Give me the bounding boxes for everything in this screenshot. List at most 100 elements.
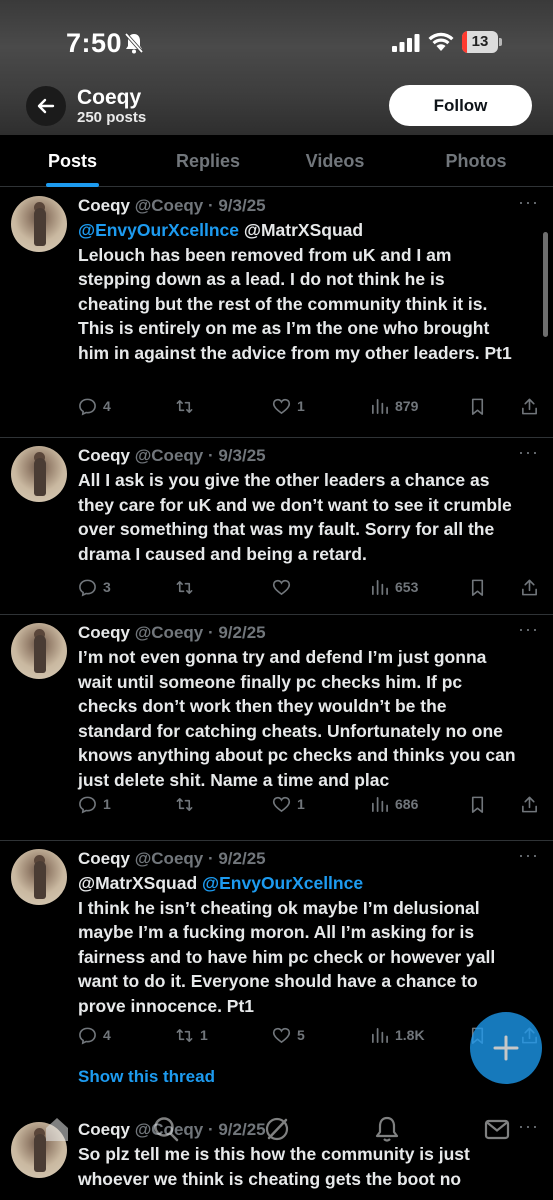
repost-button[interactable]: 1 <box>175 1023 208 1047</box>
share-button[interactable] <box>520 575 539 599</box>
search-icon[interactable] <box>151 1114 181 1144</box>
post-actions: 1 1 686 <box>78 792 538 816</box>
share-icon <box>522 398 537 414</box>
avatar[interactable] <box>11 849 67 905</box>
reply-icon <box>79 579 96 596</box>
share-icon <box>522 579 537 595</box>
profile-name: Coeqy <box>77 86 142 109</box>
repost-icon <box>176 797 193 811</box>
post-item[interactable]: Coeqy @Coeqy · 9/3/25 All I ask is you g… <box>0 438 553 615</box>
post-author-name[interactable]: Coeqy <box>78 849 130 868</box>
bookmark-button[interactable] <box>468 575 487 599</box>
reply-button[interactable]: 1 <box>78 792 111 816</box>
like-button[interactable]: 1 <box>272 394 305 418</box>
tab-replies[interactable]: Replies <box>174 135 242 187</box>
scrollbar[interactable] <box>543 232 548 337</box>
bookmark-button[interactable] <box>468 792 487 816</box>
avatar[interactable] <box>11 446 67 502</box>
like-button[interactable]: 5 <box>272 1023 305 1047</box>
post-item[interactable]: Coeqy @Coeqy · 9/2/25 @MatrXSquad @EnvyO… <box>0 841 553 1108</box>
repost-icon <box>176 1028 193 1042</box>
bookmark-button[interactable] <box>468 394 487 418</box>
bell-slash-icon <box>124 32 144 54</box>
cellular-signal-icon <box>392 34 420 52</box>
post-item[interactable]: Coeqy @Coeqy · 9/3/25 @EnvyOurXcellnce @… <box>0 188 553 438</box>
profile-header: 7:50 13 Coeqy 250 posts Follow <box>0 0 553 135</box>
post-actions: 4 1 5 1.8K <box>78 1023 538 1047</box>
more-options-icon[interactable]: ··· <box>518 845 539 866</box>
reply-icon <box>79 796 96 813</box>
post-text: I’m not even gonna try and defend I’m ju… <box>78 647 516 790</box>
like-button[interactable] <box>272 575 297 599</box>
heart-icon <box>272 1027 291 1043</box>
views-button[interactable]: 686 <box>370 792 418 816</box>
bookmark-icon <box>471 579 484 596</box>
views-button[interactable]: 653 <box>370 575 418 599</box>
follow-button[interactable]: Follow <box>389 85 532 126</box>
post-author-name[interactable]: Coeqy <box>78 623 130 642</box>
tab-posts[interactable]: Posts <box>46 135 99 187</box>
reply-button[interactable]: 4 <box>78 1023 111 1047</box>
profile-tabs: Posts Replies Videos Photos <box>0 135 553 187</box>
tab-photos[interactable]: Photos <box>443 135 509 187</box>
compose-post-button[interactable] <box>470 1012 542 1084</box>
post-author-name[interactable]: Coeqy <box>78 196 130 215</box>
post-handle-date: @Coeqy · 9/3/25 <box>134 446 266 465</box>
messages-envelope-icon[interactable] <box>482 1114 512 1144</box>
plus-icon <box>493 1035 519 1061</box>
mention-link[interactable]: @EnvyOurXcellnce <box>202 873 363 893</box>
repost-button[interactable] <box>175 575 200 599</box>
reply-button[interactable]: 3 <box>78 575 111 599</box>
views-chart-icon <box>371 796 388 812</box>
more-options-icon[interactable]: ··· <box>518 442 539 463</box>
show-thread-link[interactable]: Show this thread <box>78 1067 215 1087</box>
views-chart-icon <box>371 398 388 414</box>
mention-link[interactable]: @MatrXSquad <box>244 220 363 240</box>
post-actions: 4 1 879 <box>78 394 538 418</box>
post-text: Lelouch has been removed from uK and I a… <box>78 244 512 363</box>
share-button[interactable] <box>520 394 539 418</box>
reply-button[interactable]: 4 <box>78 394 111 418</box>
home-icon[interactable] <box>42 1114 72 1144</box>
back-button[interactable] <box>26 86 66 126</box>
share-button[interactable] <box>520 792 539 816</box>
repost-button[interactable] <box>175 792 200 816</box>
views-button[interactable]: 1.8K <box>370 1023 425 1047</box>
views-chart-icon <box>371 1027 388 1043</box>
post-handle-date: @Coeqy · 9/2/25 <box>134 623 266 642</box>
post-text: I think he isn’t cheating ok maybe I’m d… <box>78 897 496 1016</box>
post-actions: 3 653 <box>78 575 538 599</box>
wifi-icon <box>428 32 454 51</box>
bottom-navigation <box>0 1106 553 1166</box>
views-button[interactable]: 879 <box>370 394 418 418</box>
post-text-line: whoever we think is cheating gets the bo… <box>78 1168 462 1189</box>
active-tab-indicator <box>46 183 99 187</box>
post-author-name[interactable]: Coeqy <box>78 446 130 465</box>
battery-level: 13 <box>471 33 489 50</box>
arrow-left-icon <box>37 98 55 114</box>
grok-icon[interactable] <box>262 1114 292 1144</box>
avatar[interactable] <box>11 196 67 252</box>
post-handle-date: @Coeqy · 9/2/25 <box>134 849 266 868</box>
like-button[interactable]: 1 <box>272 792 305 816</box>
battery-icon: 13 <box>462 31 502 53</box>
tab-videos[interactable]: Videos <box>303 135 367 187</box>
share-icon <box>522 796 537 812</box>
more-options-icon[interactable]: ··· <box>518 192 539 213</box>
mention-link[interactable]: @EnvyOurXcellnce <box>78 220 239 240</box>
post-item[interactable]: Coeqy @Coeqy · 9/2/25 I’m not even gonna… <box>0 615 553 841</box>
reply-icon <box>79 398 96 415</box>
more-options-icon[interactable]: ··· <box>518 619 539 640</box>
post-handle-date: @Coeqy · 9/3/25 <box>134 196 266 215</box>
post-text: All I ask is you give the other leaders … <box>78 470 512 564</box>
notifications-bell-icon[interactable] <box>372 1114 402 1144</box>
mention-link[interactable]: @MatrXSquad <box>78 873 197 893</box>
repost-icon <box>176 399 193 413</box>
repost-button[interactable] <box>175 394 200 418</box>
heart-icon <box>272 796 291 812</box>
bookmark-icon <box>471 398 484 415</box>
repost-icon <box>176 580 193 594</box>
avatar[interactable] <box>11 623 67 679</box>
tab-label: Posts <box>47 151 98 171</box>
posts-count: 250 posts <box>77 109 147 126</box>
